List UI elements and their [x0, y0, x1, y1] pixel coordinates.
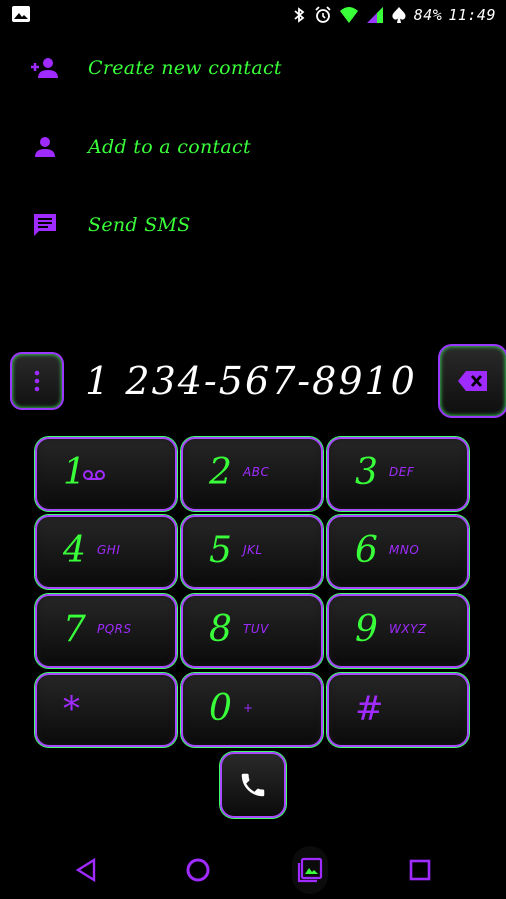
bluetooth-icon [294, 7, 305, 23]
send-sms-item[interactable]: Send SMS [0, 195, 506, 255]
key-1[interactable]: 1 [35, 437, 177, 511]
key-digit: 7 [63, 609, 86, 650]
image-icon [12, 6, 30, 22]
key-letters: MNO [389, 543, 420, 557]
key-letters: ABC [243, 465, 270, 479]
signal-icon [366, 7, 383, 23]
key-star[interactable]: * [35, 673, 177, 747]
more-options-button[interactable] [10, 352, 64, 410]
phone-icon [241, 773, 265, 797]
create-new-contact-item[interactable]: Create new contact [0, 38, 506, 98]
key-letters: GHI [97, 543, 121, 557]
key-symbol: # [355, 689, 384, 729]
alarm-icon [315, 6, 331, 23]
key-letters: WXYZ [389, 622, 427, 636]
navigation-bar [0, 840, 506, 899]
send-sms-label: Send SMS [88, 214, 191, 236]
call-button[interactable] [220, 752, 286, 818]
key-digit: 4 [63, 530, 86, 571]
key-digit: 8 [209, 609, 232, 650]
key-8[interactable]: 8 TUV [181, 594, 323, 668]
key-9[interactable]: 9 WXYZ [327, 594, 469, 668]
key-digit: 3 [355, 452, 378, 493]
key-digit: 2 [209, 452, 232, 493]
add-to-contact-label: Add to a contact [88, 136, 251, 158]
spade-icon [392, 7, 406, 23]
key-5[interactable]: 5 JKL [181, 515, 323, 589]
key-letters: DEF [389, 465, 415, 479]
key-2[interactable]: 2 ABC [181, 437, 323, 511]
clock-time: 11:49 [448, 6, 496, 24]
backspace-icon [458, 371, 487, 391]
key-letters: TUV [243, 622, 269, 636]
battery-text: 84% [413, 6, 443, 24]
key-7[interactable]: 7 PQRS [35, 594, 177, 668]
add-person-icon [30, 54, 60, 82]
key-6[interactable]: 6 MNO [327, 515, 469, 589]
key-letters: JKL [243, 543, 263, 557]
home-icon[interactable] [180, 852, 216, 888]
dialed-number: 1 234-567-8910 [85, 359, 417, 403]
key-digit: 6 [355, 530, 378, 571]
key-digit: 5 [209, 530, 232, 571]
back-icon[interactable] [68, 852, 104, 888]
message-icon [30, 211, 60, 239]
backspace-button[interactable] [438, 344, 506, 418]
more-vert-icon [34, 370, 40, 392]
wifi-icon [339, 7, 358, 23]
key-digit: 9 [355, 609, 378, 650]
create-new-contact-label: Create new contact [88, 57, 282, 79]
key-0[interactable]: 0 + [181, 673, 323, 747]
key-3[interactable]: 3 DEF [327, 437, 469, 511]
recents-gallery-icon[interactable] [292, 846, 328, 894]
key-letters: + [243, 701, 254, 715]
key-digit: 0 [209, 688, 232, 729]
person-icon [30, 133, 60, 161]
status-bar: 84% 11:49 [0, 0, 506, 30]
key-hash[interactable]: # [327, 673, 469, 747]
voicemail-icon [83, 470, 105, 480]
key-4[interactable]: 4 GHI [35, 515, 177, 589]
add-to-contact-item[interactable]: Add to a contact [0, 117, 506, 177]
overview-icon[interactable] [402, 852, 438, 888]
key-letters: PQRS [97, 622, 132, 636]
key-symbol: * [63, 689, 80, 729]
